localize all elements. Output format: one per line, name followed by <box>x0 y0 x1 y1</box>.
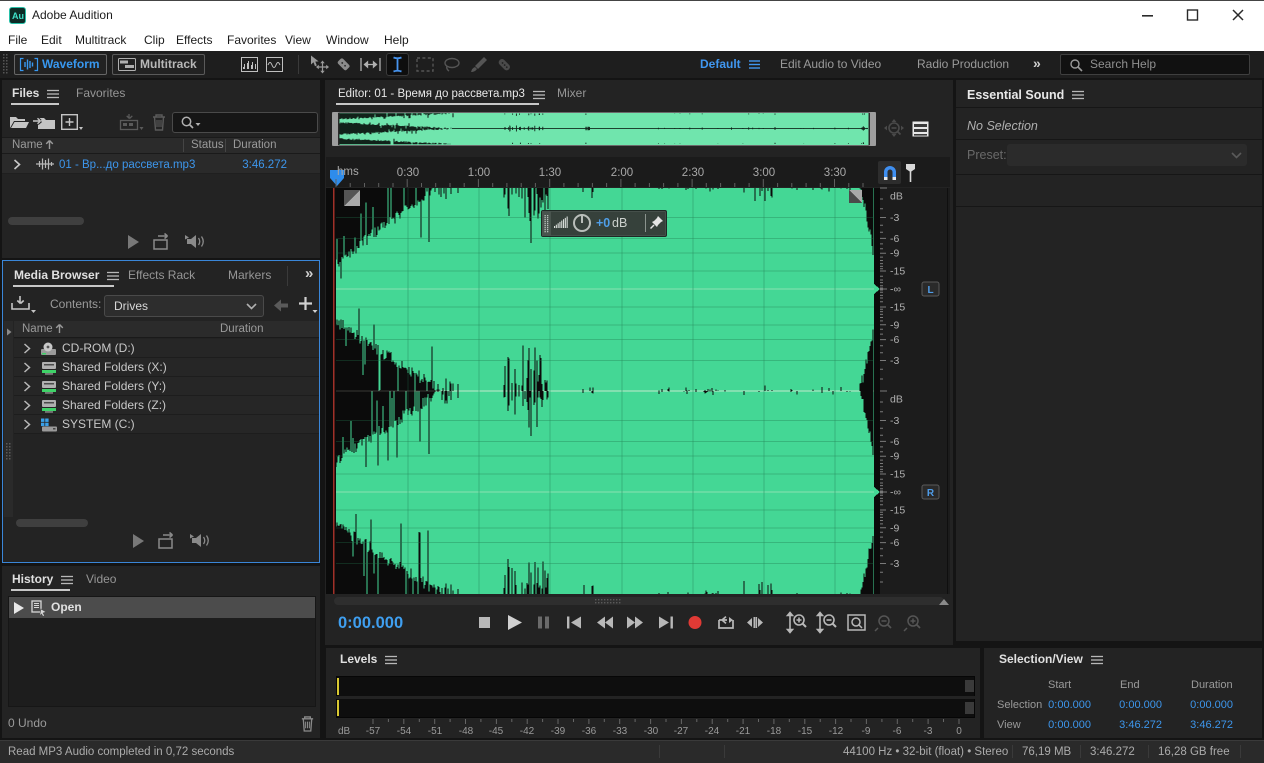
svg-text:-45: -45 <box>489 726 504 737</box>
svg-text:-24: -24 <box>705 726 720 737</box>
svg-text:L: L <box>927 285 933 296</box>
svg-text:-3: -3 <box>890 415 899 427</box>
svg-text:-15: -15 <box>798 726 813 737</box>
svg-text:-6: -6 <box>890 233 899 245</box>
svg-text:-12: -12 <box>829 726 844 737</box>
svg-text:-3: -3 <box>890 558 899 570</box>
svg-text:-9: -9 <box>890 451 899 463</box>
svg-text:-3: -3 <box>924 726 933 737</box>
svg-text:-36: -36 <box>582 726 597 737</box>
svg-text:-57: -57 <box>366 726 381 737</box>
svg-text:R: R <box>927 488 935 499</box>
svg-text:-15: -15 <box>890 302 905 314</box>
svg-text:-30: -30 <box>644 726 659 737</box>
svg-text:-3: -3 <box>890 355 899 367</box>
svg-text:-∞: -∞ <box>890 284 901 296</box>
svg-text:dB: dB <box>890 191 903 203</box>
svg-text:-27: -27 <box>674 726 689 737</box>
svg-text:-6: -6 <box>890 537 899 549</box>
svg-text:2:00: 2:00 <box>611 167 633 179</box>
svg-text:-15: -15 <box>890 266 905 278</box>
svg-text:3:00: 3:00 <box>753 167 775 179</box>
svg-text:hms: hms <box>337 166 359 178</box>
svg-text:-18: -18 <box>767 726 782 737</box>
svg-text:1:30: 1:30 <box>539 167 561 179</box>
svg-text:-54: -54 <box>397 726 412 737</box>
svg-text:-39: -39 <box>551 726 566 737</box>
svg-text:0: 0 <box>956 726 962 737</box>
svg-text:dB: dB <box>890 394 903 406</box>
svg-text:-48: -48 <box>459 726 474 737</box>
svg-text:-3: -3 <box>890 212 899 224</box>
svg-text:-42: -42 <box>520 726 535 737</box>
svg-text:-9: -9 <box>890 248 899 260</box>
svg-text:-9: -9 <box>890 319 899 331</box>
svg-text:3:30: 3:30 <box>824 167 846 179</box>
svg-text:-33: -33 <box>613 726 628 737</box>
svg-text:-∞: -∞ <box>890 487 901 499</box>
svg-text:-9: -9 <box>890 522 899 534</box>
svg-text:dB: dB <box>338 726 351 737</box>
svg-text:-15: -15 <box>890 469 905 481</box>
svg-text:-9: -9 <box>862 726 871 737</box>
svg-text:-6: -6 <box>893 726 902 737</box>
svg-text:-6: -6 <box>890 436 899 448</box>
svg-text:2:30: 2:30 <box>682 167 704 179</box>
svg-text:-51: -51 <box>428 726 443 737</box>
svg-text:0:30: 0:30 <box>397 167 419 179</box>
svg-text:1:00: 1:00 <box>468 167 490 179</box>
svg-text:-6: -6 <box>890 334 899 346</box>
svg-text:-15: -15 <box>890 505 905 517</box>
svg-text:-21: -21 <box>736 726 751 737</box>
